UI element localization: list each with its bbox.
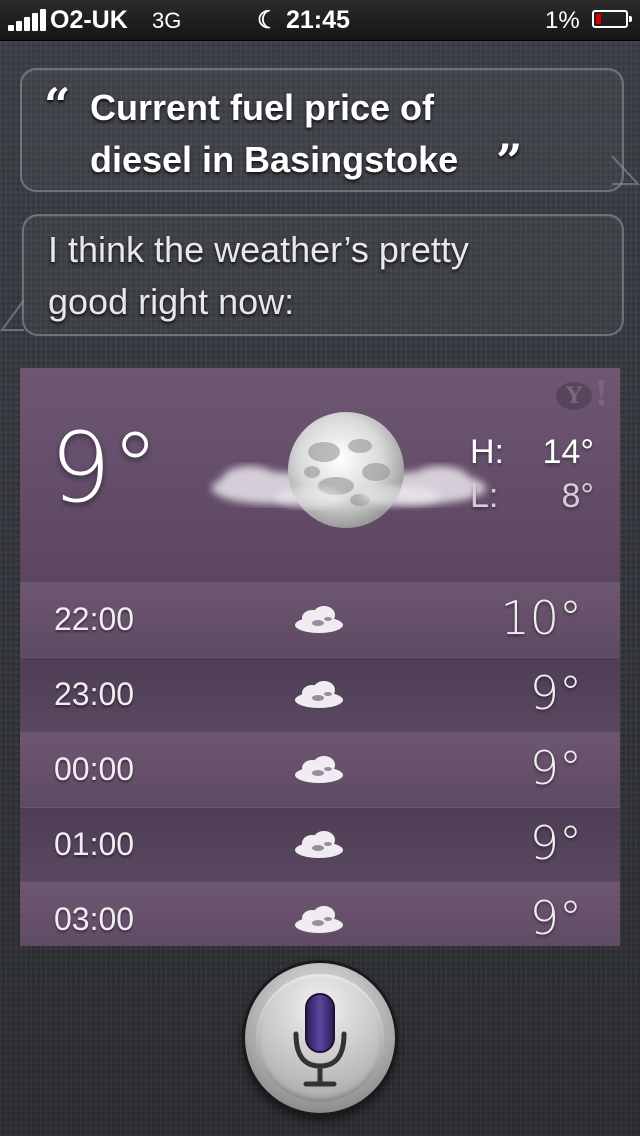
current-temperature: 9° (50, 412, 160, 524)
hourly-temp: 10° (500, 591, 582, 645)
siri-response-line-1: I think the weather’s pretty (48, 229, 469, 270)
yahoo-icon[interactable]: Y (556, 382, 592, 410)
hourly-time: 22:00 (54, 601, 135, 637)
hourly-temp: 9° (529, 666, 582, 720)
hourly-row: 23:00 9° (20, 657, 620, 733)
battery-icon (592, 10, 632, 28)
cloudy-icon (295, 831, 343, 858)
battery-percent: 1% (545, 7, 580, 34)
hourly-temp: 9° (529, 891, 582, 945)
hourly-time: 03:00 (54, 901, 135, 937)
carrier-name: O2-UK (50, 6, 128, 34)
status-time: 21:45 (286, 6, 350, 34)
cloudy-icon (295, 756, 343, 783)
hourly-row: 00:00 9° (20, 732, 620, 808)
siri-response-line-2: good right now: (48, 281, 295, 322)
yahoo-logo-bang: ! (594, 374, 609, 414)
hourly-row: 03:00 9° (20, 882, 620, 946)
low-label: L: (470, 477, 499, 515)
siri-response-text: I think the weather’s pretty good right … (48, 224, 588, 328)
high-low-temps: H: 14° L: 8° (470, 430, 594, 518)
microphone-button-face (256, 974, 384, 1102)
siri-microphone-button[interactable] (245, 963, 395, 1113)
hourly-time: 01:00 (54, 826, 135, 862)
open-quote-mark: “ (44, 78, 71, 132)
cloudy-icon (295, 906, 343, 933)
hourly-time: 23:00 (54, 676, 135, 712)
cloudy-icon (295, 606, 343, 633)
hourly-temp: 9° (529, 816, 582, 870)
status-bar: O2-UK 3G ☾ 21:45 1% (0, 0, 640, 41)
low-temp-row: L: 8° (470, 474, 594, 518)
hourly-row: 01:00 9° (20, 807, 620, 883)
cloudy-icon (295, 681, 343, 708)
hourly-temp: 9° (529, 741, 582, 795)
high-label: H: (470, 433, 504, 471)
moon-with-clouds-icon (212, 412, 486, 528)
network-type: 3G (152, 8, 182, 33)
signal-strength-icon (8, 9, 48, 31)
siri-bubble-tail (0, 300, 25, 331)
user-query-line-1: Current fuel price of (90, 87, 435, 128)
low-value: 8° (561, 477, 594, 515)
hourly-row: 22:00 10° (20, 582, 620, 658)
close-quote-mark: ” (496, 134, 523, 188)
current-weather: Y ! 9° H: 14° L: 8° (20, 368, 620, 582)
microphone-icon (293, 993, 347, 1087)
moon-icon: ☾ (257, 7, 279, 34)
user-bubble-tail (612, 156, 640, 185)
high-temp-row: H: 14° (470, 430, 594, 474)
hourly-time: 00:00 (54, 751, 135, 787)
high-value: 14° (542, 433, 594, 471)
weather-card[interactable]: Y ! 9° H: 14° L: 8° 22:00 10° 23:00 9° 0… (20, 368, 620, 946)
